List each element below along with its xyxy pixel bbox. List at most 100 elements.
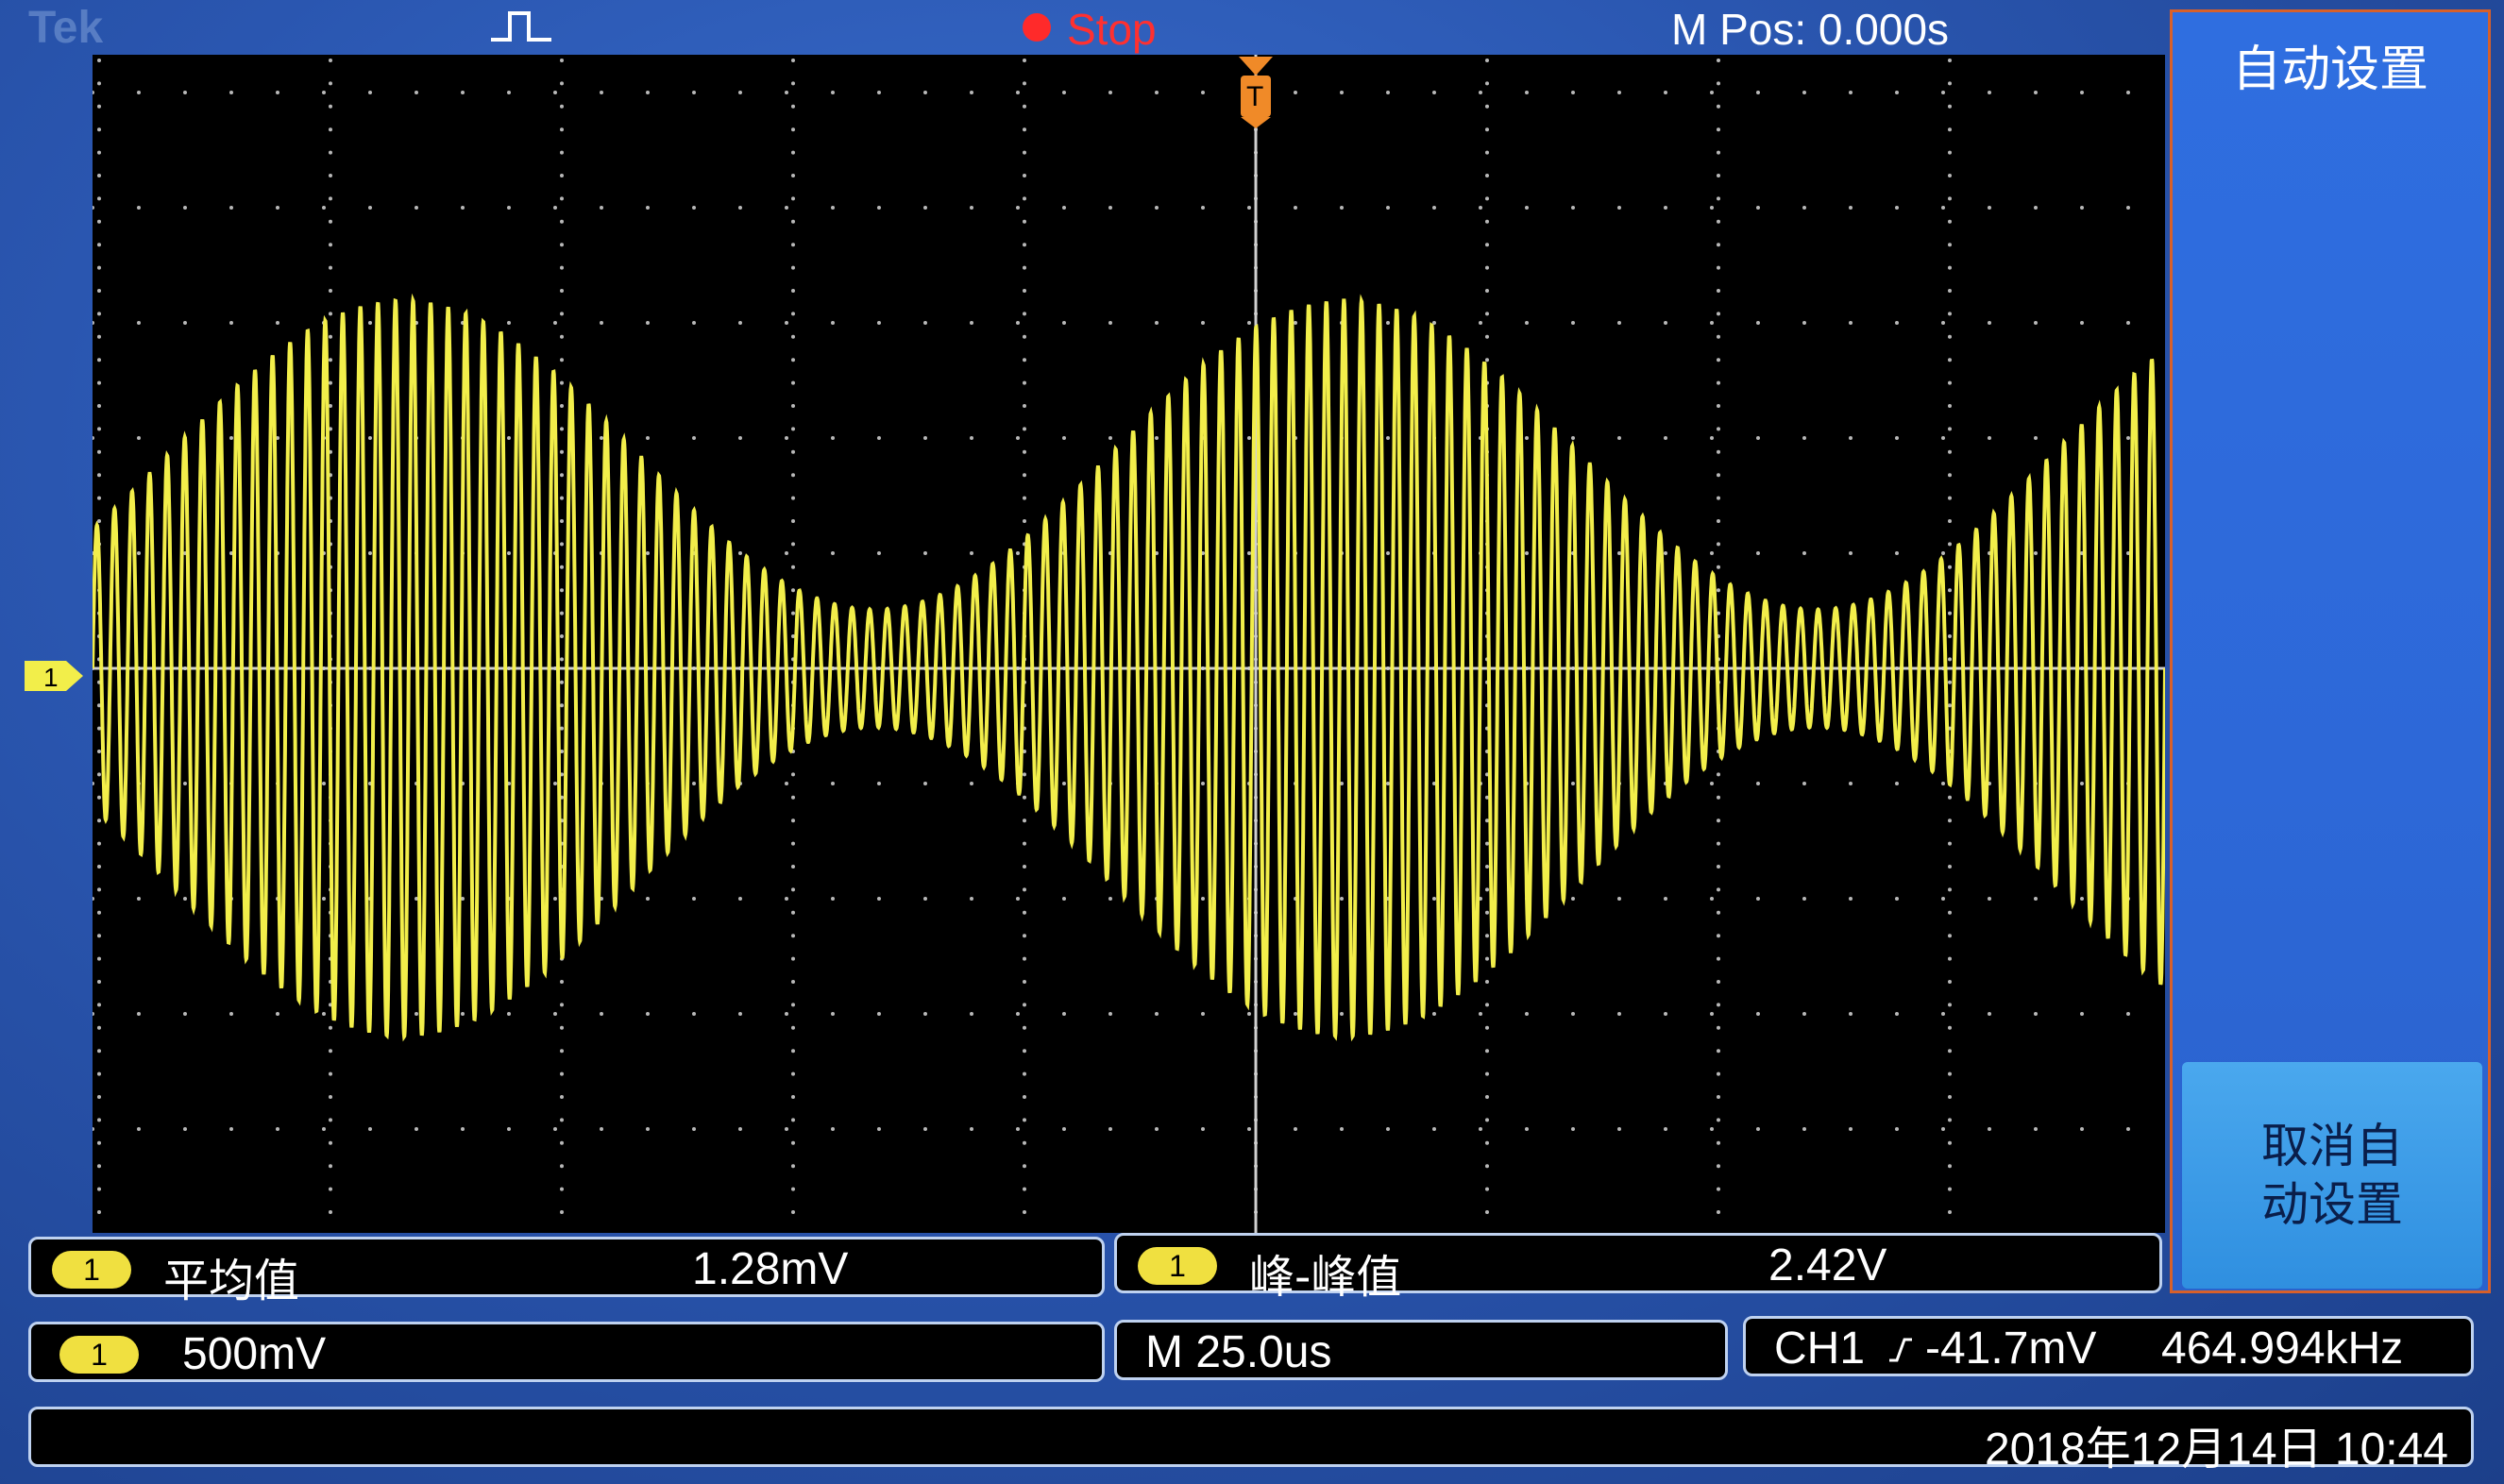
grid-dot <box>560 657 564 662</box>
grid-dot <box>738 206 742 210</box>
cancel-autoset-button[interactable]: 取消自 动设置 <box>2182 1062 2482 1289</box>
grid-dot <box>1941 1012 1945 1016</box>
grid-dot <box>97 1140 101 1145</box>
grid-dot <box>1717 1003 1720 1007</box>
grid-dot <box>93 1012 94 1016</box>
grid-dot <box>1108 321 1112 325</box>
grid-dot <box>553 206 557 210</box>
grid-dot <box>1948 404 1952 408</box>
grid-dot <box>229 91 233 94</box>
grid-dot <box>1717 772 1720 777</box>
grid-dot <box>183 782 187 785</box>
grid-dot <box>791 404 795 408</box>
grid-dot <box>1948 449 1952 454</box>
grid-dot <box>1571 897 1575 901</box>
grid-dot <box>1016 551 1020 555</box>
timebase-readout[interactable]: M 25.0us <box>1114 1320 1728 1380</box>
grid-dot <box>97 81 101 86</box>
grid-dot <box>137 436 141 440</box>
grid-dot <box>791 496 795 500</box>
grid-dot <box>1664 551 1667 555</box>
grid-dot <box>1340 1127 1344 1131</box>
grid-dot <box>329 380 332 385</box>
grid-dot <box>97 104 101 109</box>
grid-dot <box>877 206 881 210</box>
grid-dot <box>1485 1049 1489 1054</box>
grid-dot <box>1988 1012 1991 1016</box>
ch1-scale-readout[interactable]: 1 500mV <box>28 1322 1105 1382</box>
grid-dot <box>560 1210 564 1214</box>
grid-dot <box>1802 206 1806 210</box>
measurement-label: 平均值 <box>163 1255 300 1307</box>
grid-dot <box>368 321 372 325</box>
grid-dot <box>97 956 101 961</box>
grid-dot <box>1340 206 1344 210</box>
grid-dot <box>1948 1187 1952 1191</box>
trigger-readout[interactable]: CH1 -41.7mV 464.994kHz <box>1743 1316 2474 1376</box>
run-state[interactable]: Stop <box>1067 4 1157 55</box>
grid-dot <box>1717 427 1720 431</box>
grid-dot <box>1016 206 1020 210</box>
grid-dot <box>97 750 101 753</box>
horizontal-scale: M 25.0us <box>1145 1327 1332 1377</box>
grid-dot <box>1717 1049 1720 1054</box>
grid-dot <box>600 321 603 325</box>
grid-dot <box>1023 427 1026 431</box>
channel-1-marker[interactable]: 1 <box>25 657 85 695</box>
grid-dot <box>1108 897 1112 901</box>
grid-dot <box>1948 795 1952 800</box>
grid-dot <box>877 436 881 440</box>
grid-dot <box>1016 321 1020 325</box>
grid-dot <box>1849 91 1853 94</box>
grid-dot <box>1201 321 1205 325</box>
grid-dot <box>1485 887 1489 892</box>
grid-dot <box>1710 1012 1714 1016</box>
measurement-mean[interactable]: 1 平均值 1.28mV <box>28 1237 1105 1307</box>
grid-dot <box>791 795 795 800</box>
grid-dot <box>785 321 788 325</box>
grid-dot <box>791 887 795 892</box>
grid-dot <box>507 91 511 94</box>
grid-dot <box>1108 1012 1112 1016</box>
grid-dot <box>560 243 564 247</box>
grid-dot <box>791 473 795 478</box>
autoset-side-menu: 自动设置 取消自 动设置 <box>2170 9 2491 1293</box>
grid-dot <box>1340 897 1344 901</box>
grid-dot <box>1717 219 1720 224</box>
grid-dot <box>1016 1012 1020 1016</box>
grid-dot <box>276 91 279 94</box>
grid-dot <box>1062 1012 1066 1016</box>
grid-dot <box>1617 321 1621 325</box>
grid-dot <box>791 1118 795 1122</box>
grid-dot <box>1340 91 1344 94</box>
grid-dot <box>692 897 696 901</box>
grid-dot <box>791 841 795 846</box>
grid-dot <box>1062 206 1066 210</box>
brand-logo: Tek <box>28 3 104 53</box>
grid-dot <box>1247 436 1251 440</box>
date-time: 2018年12月14日 10:44 <box>1984 1425 2448 1475</box>
grid-dot <box>560 104 564 109</box>
grid-dot <box>1386 321 1390 325</box>
grid-dot <box>560 473 564 478</box>
grid-dot <box>1023 196 1026 201</box>
grid-dot <box>791 312 795 316</box>
grid-dot <box>1485 312 1489 316</box>
grid-dot <box>560 565 564 569</box>
grid-dot <box>1895 897 1899 901</box>
grid-dot <box>1710 206 1714 210</box>
grid-dot <box>1062 321 1066 325</box>
grid-dot <box>1717 542 1720 547</box>
grid-dot <box>1386 206 1390 210</box>
grid-dot <box>560 1164 564 1169</box>
grid-dot <box>1294 321 1297 325</box>
grid-dot <box>1948 1049 1952 1054</box>
grid-dot <box>553 782 557 785</box>
grid-dot <box>970 782 973 785</box>
trigger-position-marker[interactable]: T <box>1233 57 1278 132</box>
measurement-peak-to-peak[interactable]: 1 峰-峰值 2.42V <box>1114 1233 2162 1304</box>
grid-dot <box>1108 91 1112 94</box>
grid-dot <box>1023 1095 1026 1099</box>
grid-dot <box>1485 334 1489 339</box>
grid-dot <box>1948 289 1952 293</box>
